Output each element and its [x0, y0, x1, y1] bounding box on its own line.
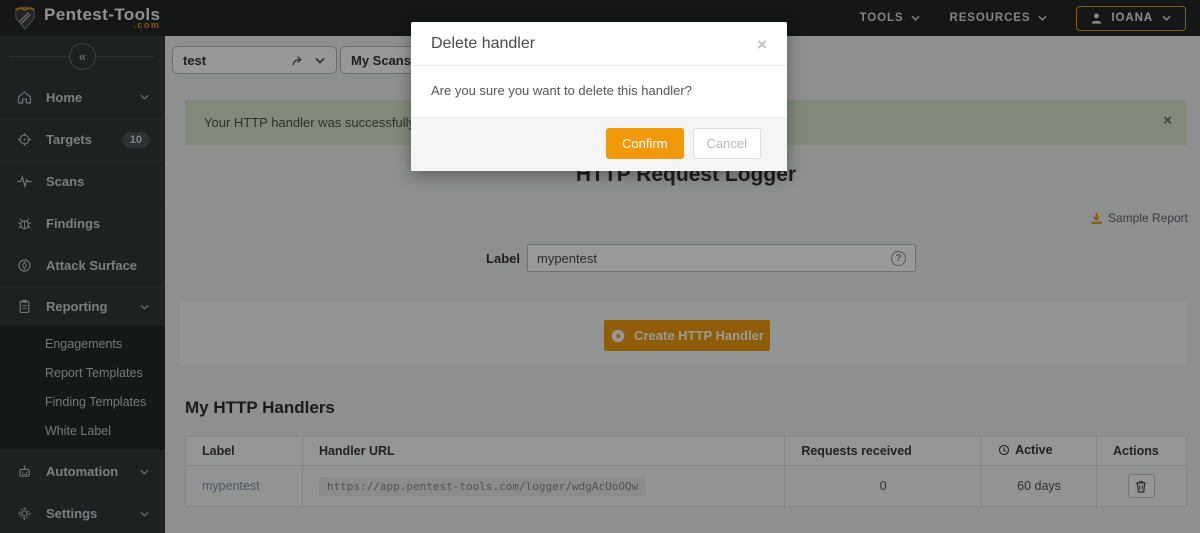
modal-body-text: Are you sure you want to delete this han… [411, 66, 787, 117]
confirm-button[interactable]: Confirm [606, 128, 684, 159]
delete-handler-modal: Delete handler × Are you sure you want t… [411, 22, 787, 171]
modal-title: Delete handler [431, 35, 535, 53]
cancel-button[interactable]: Cancel [693, 128, 761, 159]
close-icon[interactable]: × [757, 36, 767, 53]
